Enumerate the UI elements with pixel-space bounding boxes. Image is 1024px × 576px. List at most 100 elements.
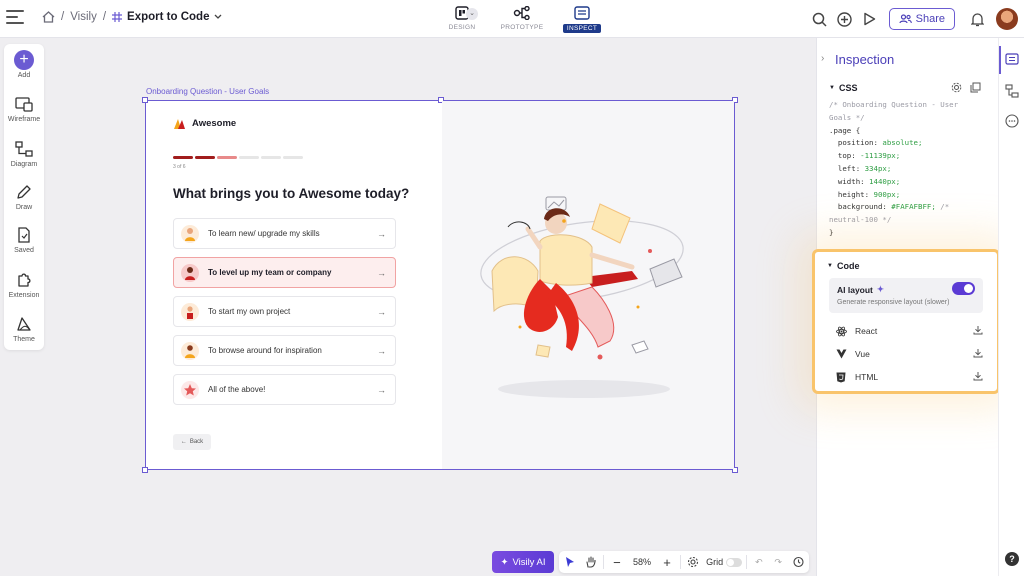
option-own-project[interactable]: To start my own project → (173, 296, 396, 327)
diagram-icon (15, 141, 33, 157)
browse-icon (180, 341, 200, 361)
resize-handle[interactable] (142, 467, 148, 473)
option-all[interactable]: All of the above! → (173, 374, 396, 405)
option-browse[interactable]: To browse around for inspiration → (173, 335, 396, 366)
toolbar-add[interactable]: + Add (4, 50, 44, 79)
toolbar-theme[interactable]: Theme (4, 314, 44, 343)
export-react[interactable]: React (835, 323, 983, 339)
home-icon[interactable] (42, 11, 55, 23)
select-tool[interactable] (559, 551, 580, 573)
step-count: 3 of 6 (173, 164, 186, 170)
notifications-button[interactable] (965, 7, 989, 31)
option-learn[interactable]: To learn new/ upgrade my skills → (173, 218, 396, 249)
progress-segment (239, 156, 259, 159)
grid-label: Grid (706, 557, 724, 567)
back-label: Back (189, 439, 204, 445)
css-section-header[interactable]: ▼ CSS (829, 83, 857, 93)
breadcrumb-current-label: Export to Code (127, 11, 210, 23)
export-html[interactable]: HTML (835, 369, 983, 385)
layers-icon[interactable] (1005, 84, 1019, 98)
hand-icon (586, 556, 596, 568)
css-line: /* Onboarding Question - User (829, 100, 959, 109)
download-icon[interactable] (973, 325, 983, 337)
css-line: } (829, 227, 834, 237)
arrow-right-icon: → (377, 384, 386, 395)
team-icon (180, 263, 200, 283)
wireframe-icon (15, 96, 33, 112)
css-settings-icon[interactable] (951, 82, 962, 93)
toolbar-diagram[interactable]: Diagram (4, 139, 44, 168)
zoom-out-button[interactable]: − (606, 551, 627, 573)
user-avatar[interactable] (996, 8, 1018, 30)
option-label: To level up my team or company (208, 268, 332, 277)
frame-label[interactable]: Onboarding Question - User Goals (146, 87, 269, 96)
saved-icon (18, 227, 30, 243)
option-level-up[interactable]: To level up my team or company → (173, 257, 396, 288)
bell-icon (970, 12, 984, 26)
hand-tool[interactable] (580, 551, 601, 573)
react-icon (835, 325, 847, 337)
awesome-logo-icon (174, 119, 185, 129)
ai-layout-subtitle: Generate responsive layout (slower) (837, 299, 950, 306)
plus-circle-icon (837, 11, 852, 27)
settings-button[interactable] (683, 551, 704, 573)
progress-segment (283, 156, 303, 159)
undo-button[interactable]: ↶ (749, 551, 768, 573)
toolbar-extension[interactable]: Extension (4, 270, 44, 299)
framework-label: React (855, 326, 878, 336)
copy-icon[interactable] (970, 82, 981, 93)
sparkle-icon: ✦ (500, 556, 509, 568)
frame-icon (112, 12, 123, 22)
visily-ai-button[interactable]: ✦ Visily AI (492, 551, 554, 573)
active-indicator (999, 46, 1001, 74)
download-icon[interactable] (973, 371, 983, 383)
download-icon[interactable] (973, 348, 983, 360)
tab-inspect[interactable]: INSPECT (552, 4, 612, 33)
share-button[interactable]: Share (888, 8, 955, 30)
grid-toggle[interactable]: Grid (704, 551, 744, 573)
selected-frame[interactable]: Awesome 3 of 6 What brings you to Awesom… (142, 97, 738, 473)
menu-icon[interactable] (6, 10, 24, 26)
code-section-header[interactable]: ▼ Code (827, 261, 859, 271)
export-vue[interactable]: Vue (835, 346, 983, 362)
toolbar-wireframe[interactable]: Wireframe (4, 94, 44, 123)
ai-layout-option[interactable]: AI layout ✦ Generate responsive layout (… (829, 278, 983, 313)
design-options-chevron[interactable]: ⌄ (466, 8, 478, 20)
puzzle-icon (18, 273, 31, 287)
zoom-level[interactable]: 58% (628, 551, 657, 573)
tab-design[interactable]: DESIGN (432, 4, 492, 33)
toolbar-add-label: Add (17, 72, 31, 79)
grid-switch[interactable] (726, 557, 743, 567)
caret-down-icon: ▼ (827, 263, 833, 269)
comments-icon[interactable] (1005, 114, 1019, 128)
toolbar-saved[interactable]: Saved (4, 225, 44, 254)
back-button[interactable]: ← Back (173, 434, 211, 450)
redo-button[interactable]: ↷ (769, 551, 788, 573)
step-progress (173, 156, 303, 159)
zoom-in-button[interactable]: + (656, 551, 677, 573)
inspect-panel-icon[interactable] (1005, 52, 1019, 66)
pen-icon (17, 185, 31, 199)
help-button[interactable]: ? (1005, 552, 1019, 566)
css-line: left: 334px; (829, 163, 892, 173)
history-button[interactable] (788, 551, 809, 573)
top-bar: / Visily / Export to Code DESIGN PROTOTY… (0, 0, 1024, 38)
add-button[interactable] (833, 7, 857, 31)
breadcrumb-root[interactable]: Visily (70, 11, 97, 23)
ai-layout-toggle[interactable] (952, 282, 975, 295)
play-button[interactable] (858, 7, 882, 31)
resize-handle[interactable] (142, 97, 148, 103)
collapse-panel-icon[interactable]: › (821, 53, 824, 64)
tab-prototype[interactable]: PROTOTYPE (492, 4, 552, 33)
toolbar-draw[interactable]: Draw (4, 182, 44, 211)
panel-title: Inspection (835, 52, 895, 67)
flying-person-illustration (480, 196, 684, 398)
breadcrumb-current[interactable]: Export to Code (112, 11, 222, 23)
ai-layout-title-row: AI layout ✦ (837, 284, 884, 295)
arrow-right-icon: → (377, 228, 386, 239)
search-button[interactable] (808, 7, 832, 31)
option-label: To browse around for inspiration (208, 346, 322, 355)
visily-ai-label: Visily AI (512, 556, 546, 568)
css-heading: CSS (838, 83, 858, 93)
left-toolbar: + Add Wireframe Diagram Draw Saved Exten… (4, 44, 44, 350)
